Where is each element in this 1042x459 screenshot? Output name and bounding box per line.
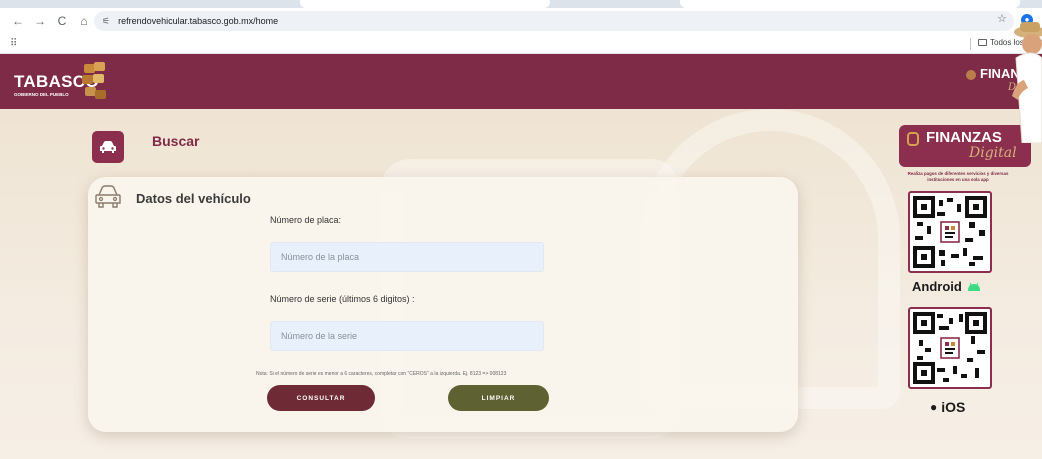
android-icon: [967, 282, 980, 291]
folder-icon: [978, 39, 987, 46]
page-title: Buscar: [152, 133, 200, 149]
home-icon[interactable]: ⌂: [73, 10, 95, 32]
logo-subtitle: GOBIERNO DEL PUEBLO: [14, 92, 69, 97]
placa-label: Número de placa:: [270, 215, 342, 225]
browser-tab-strip: [0, 0, 1042, 8]
url-text: refrendovehicular.tabasco.gob.mx/home: [118, 16, 279, 26]
bookmarks-bar: ⠿ Todos los marcad: [0, 34, 1042, 54]
browser-tab[interactable]: [300, 0, 550, 8]
qr-code-icon: [913, 312, 987, 384]
ios-label: iOS: [941, 399, 966, 415]
forward-icon[interactable]: →: [29, 10, 51, 32]
apple-icon: ●: [930, 400, 938, 414]
browser-toolbar: ← → C ⌂ ⚟ refrendovehicular.tabasco.gob.…: [0, 8, 1042, 34]
browser-tab[interactable]: [680, 0, 1020, 8]
finanzas-logo-icon: [907, 132, 919, 146]
finanzas-label: FINANZAS: [926, 129, 1002, 146]
android-qr-code[interactable]: [908, 191, 992, 273]
tabasco-logo[interactable]: TABASCO GOBIERNO DEL PUEBLO: [14, 62, 106, 104]
consultar-button[interactable]: CONSULTAR: [267, 385, 375, 411]
qr-code-icon: [913, 196, 987, 268]
placa-input[interactable]: [270, 242, 544, 272]
main-area: Buscar Datos del vehículo Número de plac…: [0, 109, 1042, 459]
address-bar[interactable]: ⚟ refrendovehicular.tabasco.gob.mx/home: [94, 11, 1014, 31]
serie-note: Nota: Si el número de serie es menor a 6…: [256, 371, 507, 377]
bookmark-star-icon[interactable]: ☆: [997, 12, 1007, 25]
ios-qr-code[interactable]: [908, 307, 992, 389]
site-header: TABASCO GOBIERNO DEL PUEBLO FINANZAS Dig…: [0, 54, 1042, 109]
finanzas-logo-icon: [966, 70, 976, 80]
promo-subtitle: Realiza pagos de diferentes servicios y …: [907, 171, 1009, 182]
apps-grid-icon[interactable]: ⠿: [10, 38, 17, 49]
ios-download[interactable]: ● iOS: [930, 399, 965, 415]
android-download[interactable]: Android: [912, 279, 982, 294]
android-label: Android: [912, 279, 962, 294]
digital-label: Digital: [969, 145, 1017, 161]
bookmarks-divider: [970, 38, 971, 50]
reload-icon[interactable]: C: [51, 10, 73, 32]
limpiar-button[interactable]: LIMPIAR: [448, 385, 549, 411]
section-title: Datos del vehículo: [136, 191, 251, 206]
car-outline-icon: [94, 183, 122, 214]
mascot-figure: [1008, 18, 1042, 144]
vehicle-form-card: Datos del vehículo Número de placa: Núme…: [88, 177, 798, 432]
back-icon[interactable]: ←: [7, 10, 29, 32]
finanzas-promo: FINANZAS Digital Realiza pagos de difere…: [896, 125, 1042, 425]
logo-glyph-icon: [80, 62, 106, 104]
serie-input[interactable]: [270, 321, 544, 351]
car-icon: [92, 131, 124, 163]
site-info-icon[interactable]: ⚟: [102, 16, 110, 27]
serie-label: Número de serie (últimos 6 digitos) :: [270, 294, 415, 304]
